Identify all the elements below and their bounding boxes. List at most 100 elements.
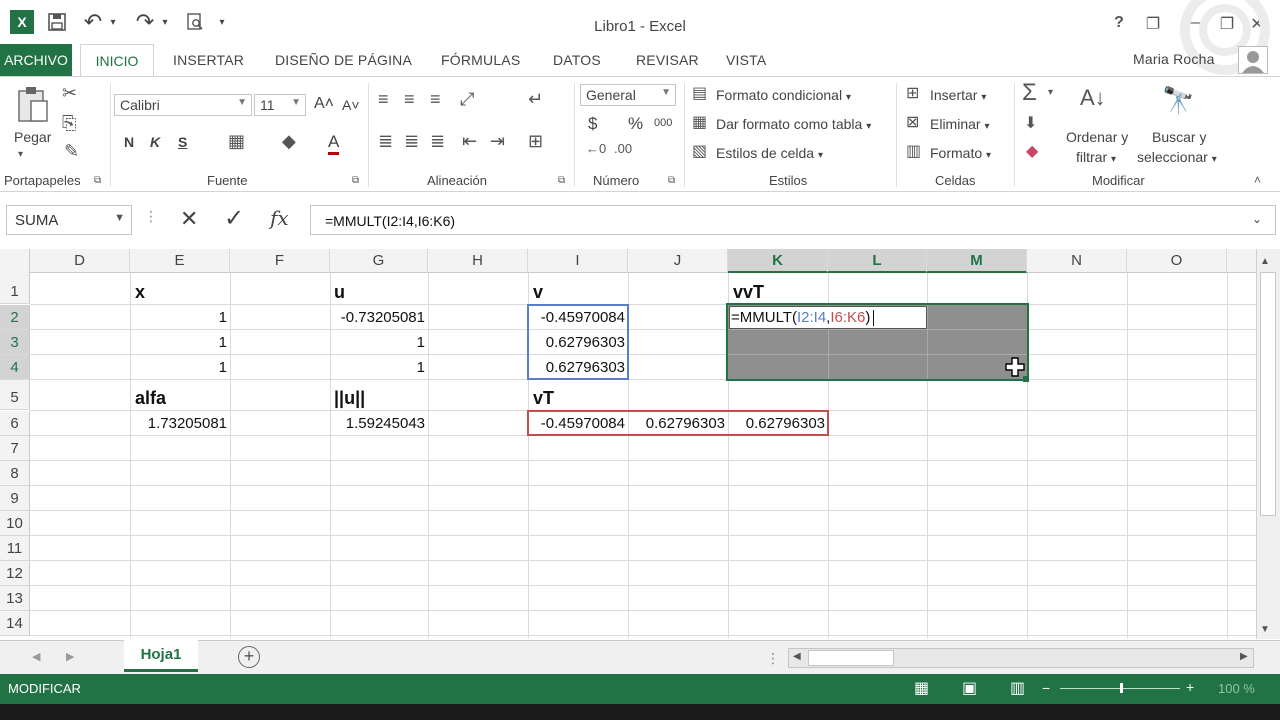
cell-styles-button[interactable]: Estilos de celda ▾: [716, 145, 823, 161]
autosum-dropdown-icon[interactable]: ▾: [1048, 87, 1053, 98]
percent-button[interactable]: %: [628, 114, 643, 134]
clear-icon[interactable]: ◆: [1026, 141, 1038, 161]
cell-g6[interactable]: 1.59245043: [330, 412, 425, 436]
align-center-icon[interactable]: ≣: [404, 131, 419, 152]
column-header-h[interactable]: H: [428, 249, 528, 273]
tab-inicio[interactable]: INICIO: [80, 44, 154, 77]
font-size-combo[interactable]: 11 ▼: [254, 94, 306, 116]
cell-e5[interactable]: alfa: [135, 386, 166, 410]
column-header-i[interactable]: I: [528, 249, 628, 273]
delete-cells-button[interactable]: Eliminar ▾: [930, 116, 990, 132]
scroll-right-icon[interactable]: ▶: [1240, 651, 1248, 662]
borders-icon[interactable]: ▦: [228, 131, 245, 152]
paste-icon[interactable]: [14, 85, 52, 125]
align-left-icon[interactable]: ≣: [378, 131, 393, 152]
zoom-level[interactable]: 100 %: [1218, 681, 1255, 696]
sheet-tab-hoja1[interactable]: Hoja1: [124, 640, 198, 672]
format-cells-icon[interactable]: ▥: [906, 141, 921, 161]
row-header-9[interactable]: 9: [0, 486, 30, 511]
column-header-e[interactable]: E: [130, 249, 230, 273]
tab-diseno-pagina[interactable]: DISEÑO DE PÁGINA: [275, 52, 412, 68]
tab-formulas[interactable]: FÓRMULAS: [441, 52, 520, 68]
cell-k1[interactable]: vvT: [733, 280, 764, 304]
increase-decimal-icon[interactable]: ←0: [586, 141, 606, 156]
paste-dropdown-icon[interactable]: ▾: [18, 149, 23, 160]
align-right-icon[interactable]: ≣: [430, 131, 445, 152]
row-header-2[interactable]: 2: [0, 305, 30, 330]
column-header-l[interactable]: L: [828, 249, 927, 273]
cell-k2-formula[interactable]: =MMULT(I2:I4,I6:K6): [731, 306, 875, 330]
formula-input[interactable]: =MMULT(I2:I4,I6:K6): [310, 205, 1276, 235]
column-header-f[interactable]: F: [230, 249, 330, 273]
confirm-entry-icon[interactable]: ✓: [224, 204, 244, 233]
cell-g5[interactable]: ||u||: [334, 386, 365, 410]
font-color-button[interactable]: A: [328, 132, 340, 155]
name-box[interactable]: SUMA ▼: [6, 205, 132, 235]
cell-g1[interactable]: u: [334, 280, 345, 304]
find-select-icon[interactable]: 🔭: [1162, 85, 1194, 116]
autosum-icon[interactable]: Σ: [1022, 79, 1037, 107]
cut-icon[interactable]: ✂: [62, 83, 77, 104]
italic-button[interactable]: K: [150, 134, 160, 150]
zoom-in-icon[interactable]: +: [1186, 679, 1194, 695]
column-header-n[interactable]: N: [1027, 249, 1127, 273]
row-header-8[interactable]: 8: [0, 461, 30, 486]
align-middle-icon[interactable]: ≡: [404, 89, 415, 110]
wrap-text-icon[interactable]: ↵: [528, 89, 543, 110]
row-header-10[interactable]: 10: [0, 511, 30, 536]
column-header-g[interactable]: G: [330, 249, 428, 273]
row-header-12[interactable]: 12: [0, 561, 30, 586]
cell-g4[interactable]: 1: [330, 356, 425, 380]
expand-formula-bar-icon[interactable]: ⌄: [1252, 212, 1262, 226]
shrink-font-icon[interactable]: A˅: [342, 97, 360, 113]
page-layout-view-icon[interactable]: ▣: [962, 678, 977, 698]
normal-view-icon[interactable]: ▦: [914, 678, 929, 698]
bold-button[interactable]: N: [124, 134, 134, 150]
column-header-k[interactable]: K: [728, 249, 828, 273]
alignment-launcher-icon[interactable]: ⧉: [558, 175, 565, 186]
cell-e1[interactable]: x: [135, 280, 145, 304]
format-painter-icon[interactable]: ✎: [64, 141, 79, 162]
zoom-out-icon[interactable]: −: [1042, 680, 1050, 696]
cell-i5[interactable]: vT: [533, 386, 554, 410]
scroll-down-icon[interactable]: ▼: [1260, 624, 1270, 635]
cell-styles-icon[interactable]: ▧: [692, 141, 707, 161]
sort-filter-icon[interactable]: A↓: [1080, 85, 1106, 111]
user-name[interactable]: Maria Rocha: [1133, 51, 1215, 67]
cell-j6[interactable]: 0.62796303: [628, 412, 725, 436]
fill-color-icon[interactable]: ◆: [282, 131, 296, 152]
conditional-format-icon[interactable]: ▤: [692, 83, 707, 103]
sort-filter-label-2[interactable]: filtrar ▾: [1076, 149, 1116, 165]
tab-insertar[interactable]: INSERTAR: [173, 52, 244, 68]
column-header-m[interactable]: M: [927, 249, 1027, 273]
row-header-13[interactable]: 13: [0, 586, 30, 611]
cell-g3[interactable]: 1: [330, 331, 425, 355]
horizontal-scroll-thumb[interactable]: [808, 650, 894, 666]
scroll-up-icon[interactable]: ▲: [1260, 256, 1270, 267]
find-select-label-2[interactable]: seleccionar ▾: [1137, 149, 1217, 165]
zoom-slider-thumb[interactable]: [1120, 683, 1123, 693]
tab-datos[interactable]: DATOS: [553, 52, 601, 68]
format-as-table-icon[interactable]: ▦: [692, 112, 707, 132]
underline-button[interactable]: S: [178, 134, 187, 150]
scroll-left-icon[interactable]: ◀: [793, 651, 801, 662]
cancel-entry-icon[interactable]: ✕: [180, 206, 198, 232]
cell-g2[interactable]: -0.73205081: [330, 306, 425, 330]
font-name-combo[interactable]: Calibri ▼: [114, 94, 252, 116]
collapse-ribbon-icon[interactable]: ˄: [1254, 173, 1261, 187]
number-format-combo[interactable]: General ▼: [580, 84, 676, 106]
avatar[interactable]: [1238, 46, 1268, 74]
cell-e3[interactable]: 1: [130, 331, 227, 355]
row-header-5[interactable]: 5: [0, 385, 30, 410]
conditional-format-button[interactable]: Formato condicional ▾: [716, 87, 851, 103]
sort-filter-label[interactable]: Ordenar y: [1066, 129, 1128, 145]
cell-e4[interactable]: 1: [130, 356, 227, 380]
delete-cells-icon[interactable]: ⊠: [906, 112, 919, 132]
decrease-decimal-icon[interactable]: .00: [614, 141, 632, 156]
row-header-3[interactable]: 3: [0, 330, 30, 355]
cell-k6[interactable]: 0.62796303: [728, 412, 825, 436]
row-header-1[interactable]: 1: [0, 279, 30, 304]
format-cells-button[interactable]: Formato ▾: [930, 145, 991, 161]
sheet-next-icon[interactable]: ▶: [66, 650, 74, 663]
tab-vista[interactable]: VISTA: [726, 52, 766, 68]
